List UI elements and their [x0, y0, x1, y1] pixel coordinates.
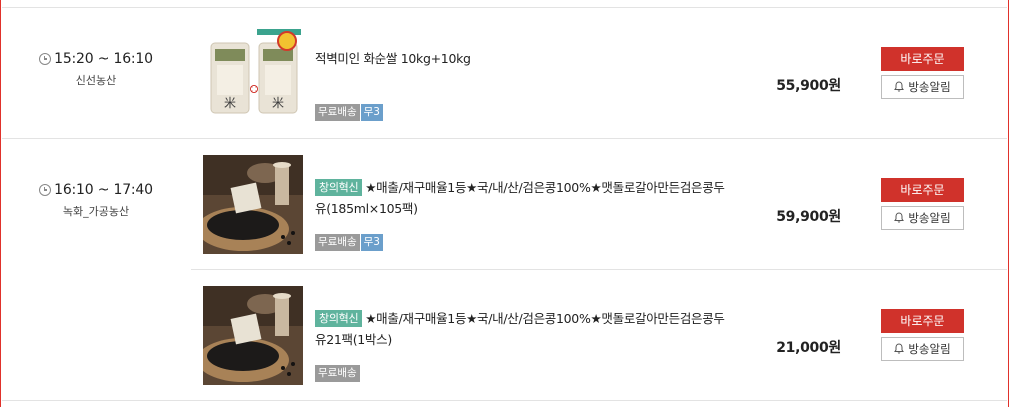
broadcast-alarm-button[interactable]: 방송알림: [881, 75, 964, 99]
free-shipping-tag: 무료배송: [315, 104, 360, 121]
clock-icon: [39, 184, 52, 196]
clock-icon: [39, 53, 52, 65]
slot-category: 녹화_가공농산: [62, 205, 130, 218]
product-price: 55,900원: [776, 78, 841, 94]
slot-category: 신선농산: [75, 74, 117, 87]
bell-icon: [894, 81, 905, 92]
time-slot: 15:20 ~ 16:10 신선농산: [1, 51, 191, 88]
svg-text:米: 米: [224, 96, 236, 110]
product-title[interactable]: 적벽미인 화순쌀 10kg+10kg: [315, 48, 735, 69]
bell-icon: [894, 212, 905, 223]
time-slot: 16:10 ~ 17:40 녹화_가공농산: [1, 182, 191, 219]
product-price: 21,000원: [776, 340, 841, 356]
product-title[interactable]: 창의혁신 ★매출/재구매율1등★국/내/산/검은콩100%★맷돌로갈아만든검은콩두…: [315, 177, 735, 219]
free-shipping-tag: 무료배송: [315, 234, 360, 251]
installment-tag: 무3: [360, 104, 383, 121]
product-tags: 무료배송 무3: [315, 234, 383, 251]
product-row: 창의혁신 ★매출/재구매율1등★국/내/산/검은콩100%★맷돌로갈아만든검은콩두…: [191, 139, 1001, 269]
order-now-button[interactable]: 바로주문: [881, 178, 964, 202]
order-now-button[interactable]: 바로주문: [881, 309, 964, 333]
product-row: 米 米 적벽미인 화순쌀 10kg+10kg 무료배송 무3 55,900원 바…: [191, 8, 1001, 138]
bell-icon: [894, 343, 905, 354]
product-title[interactable]: 창의혁신 ★매출/재구매율1등★국/내/산/검은콩100%★맷돌로갈아만든검은콩두…: [315, 308, 735, 350]
order-now-button[interactable]: 바로주문: [881, 47, 964, 71]
slot-time: 16:10 ~ 17:40: [54, 182, 153, 198]
product-tags: 무료배송: [315, 365, 360, 382]
product-row: 창의혁신 ★매출/재구매율1등★국/내/산/검은콩100%★맷돌로갈아만든검은콩두…: [191, 270, 1001, 400]
broadcast-schedule-panel: 15:20 ~ 16:10 신선농산 米 米 적벽미인 화순쌀 10kg+10k…: [0, 0, 1009, 407]
product-price: 59,900원: [776, 209, 841, 225]
promo-badge: 창의혁신: [315, 310, 363, 327]
product-tags: 무료배송 무3: [315, 104, 383, 121]
product-image[interactable]: [203, 286, 303, 385]
product-image[interactable]: [203, 155, 303, 254]
free-shipping-tag: 무료배송: [315, 365, 360, 382]
product-image[interactable]: 米 米: [203, 27, 303, 119]
promo-badge: 창의혁신: [315, 179, 363, 196]
divider: [2, 400, 1007, 401]
slot-time: 15:20 ~ 16:10: [54, 51, 153, 67]
broadcast-alarm-button[interactable]: 방송알림: [881, 337, 964, 361]
installment-tag: 무3: [360, 234, 383, 251]
svg-text:米: 米: [272, 96, 284, 110]
broadcast-alarm-button[interactable]: 방송알림: [881, 206, 964, 230]
